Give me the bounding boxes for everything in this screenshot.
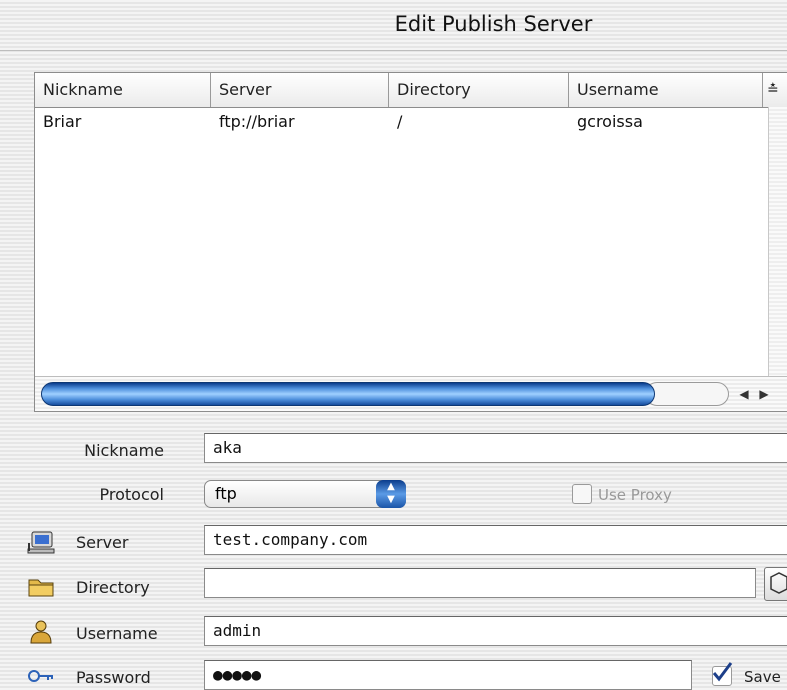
checkmark-icon bbox=[712, 662, 733, 682]
password-field[interactable]: ●●●●● bbox=[204, 660, 692, 690]
server-label: Server bbox=[76, 533, 129, 552]
username-field[interactable]: admin bbox=[204, 616, 787, 646]
username-label: Username bbox=[76, 624, 158, 643]
select-arrows-icon: ▲ ▼ bbox=[376, 480, 406, 508]
horizontal-scrollbar[interactable]: ◀ ▶ bbox=[35, 376, 787, 411]
cell-username: gcroissa bbox=[577, 112, 643, 131]
use-proxy-label[interactable]: Use Proxy bbox=[598, 486, 672, 504]
cell-server: ftp://briar bbox=[219, 112, 295, 131]
computer-icon bbox=[27, 531, 55, 554]
save-password-checkbox[interactable] bbox=[712, 662, 733, 686]
scroll-left-arrow-icon[interactable]: ◀ bbox=[735, 385, 753, 403]
table-body: Briar ftp://briar / gcroissa bbox=[35, 107, 769, 377]
user-icon bbox=[30, 620, 52, 644]
browse-directory-button[interactable] bbox=[764, 567, 787, 601]
scroll-track[interactable] bbox=[645, 382, 729, 406]
nickname-field[interactable]: aka bbox=[204, 433, 787, 463]
column-header-server[interactable]: Server bbox=[211, 73, 389, 107]
window-title: Edit Publish Server bbox=[394, 12, 593, 36]
password-label: Password bbox=[76, 668, 151, 687]
protocol-value: ftp bbox=[215, 484, 237, 503]
protocol-label: Protocol bbox=[99, 485, 164, 504]
folder-icon bbox=[28, 579, 54, 597]
directory-field[interactable] bbox=[204, 568, 756, 598]
cell-nickname: Briar bbox=[43, 112, 82, 131]
column-picker-icon[interactable]: ≛ bbox=[763, 73, 787, 107]
column-header-directory[interactable]: Directory bbox=[389, 73, 569, 107]
key-icon bbox=[28, 670, 53, 682]
cell-directory: / bbox=[397, 112, 403, 131]
scroll-thumb[interactable] bbox=[41, 382, 655, 406]
title-bar: Edit Publish Server bbox=[0, 0, 787, 51]
browse-icon bbox=[770, 572, 787, 594]
server-field[interactable]: test.company.com bbox=[204, 525, 787, 555]
server-table: Nickname Server Directory Username ≛ Bri… bbox=[34, 72, 787, 412]
protocol-select[interactable]: ftp ▲ ▼ bbox=[204, 480, 406, 508]
nickname-label: Nickname bbox=[84, 441, 164, 460]
use-proxy-checkbox[interactable] bbox=[572, 484, 592, 504]
column-header-nickname[interactable]: Nickname bbox=[35, 73, 211, 107]
column-header-username[interactable]: Username bbox=[569, 73, 763, 107]
vertical-scrollbar[interactable] bbox=[768, 107, 787, 377]
table-row[interactable]: Briar ftp://briar / gcroissa bbox=[35, 107, 769, 137]
table-header: Nickname Server Directory Username ≛ bbox=[35, 73, 787, 108]
scroll-right-arrow-icon[interactable]: ▶ bbox=[755, 385, 773, 403]
save-password-label[interactable]: Save bbox=[744, 668, 781, 686]
directory-label: Directory bbox=[76, 578, 150, 597]
